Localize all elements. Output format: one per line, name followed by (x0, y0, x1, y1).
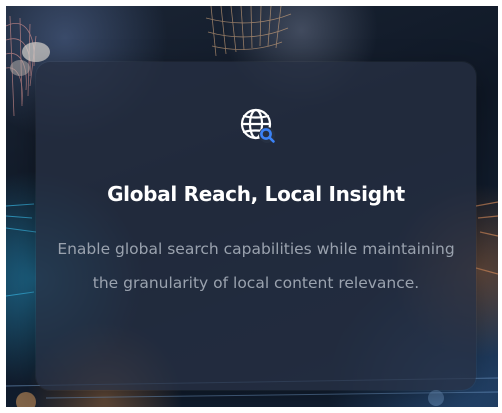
feature-card: Global Reach, Local Insight Enable globa… (36, 62, 476, 390)
card-title: Global Reach, Local Insight (107, 182, 405, 206)
globe-search-icon (236, 104, 280, 148)
background-image: Global Reach, Local Insight Enable globa… (6, 6, 498, 407)
card-description: Enable global search capabilities while … (57, 240, 455, 292)
